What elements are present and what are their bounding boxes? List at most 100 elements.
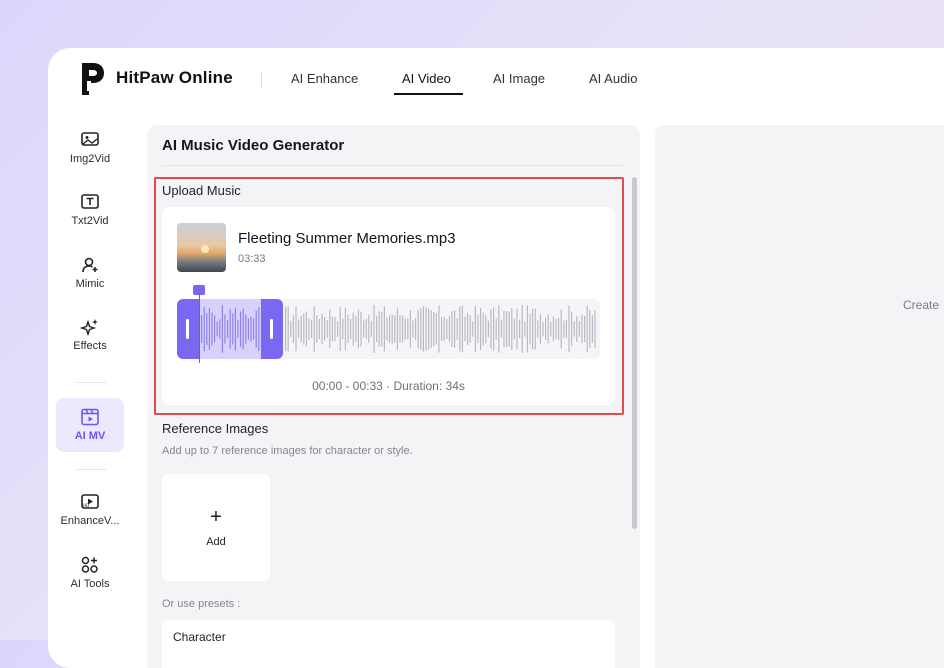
generator-panel: AI Music Video Generator Upload Music Fl…: [147, 125, 640, 668]
character-preset-card[interactable]: Character: [162, 620, 615, 668]
waveform-bar: [493, 307, 495, 351]
waveform-bar: [357, 309, 359, 348]
waveform-bar: [446, 319, 448, 339]
waveform-bar: [435, 313, 437, 345]
waveform-bar: [443, 316, 445, 342]
selection-range-text: 00:00 - 00:33 · Duration: 34s: [312, 379, 465, 393]
waveform-bar: [417, 309, 419, 349]
waveform-bar: [337, 321, 339, 337]
waveform-bar: [370, 321, 372, 337]
waveform-bar: [524, 321, 526, 337]
tab-ai-image[interactable]: AI Image: [493, 71, 545, 86]
waveform-bar: [203, 306, 205, 352]
waveform-bar: [352, 312, 354, 346]
waveform-bar: [399, 315, 401, 343]
waveform-bar: [438, 305, 440, 353]
app-window: HitPaw Online AI Enhance AI Video AI Ima…: [48, 48, 944, 668]
waveform-bar: [573, 321, 575, 337]
waveform-bar: [311, 320, 313, 339]
waveform-bar: [589, 310, 591, 348]
waveform-bar: [565, 320, 567, 338]
waveform-bar: [373, 305, 375, 353]
person-plus-icon: [82, 257, 98, 273]
waveform-bar: [247, 318, 249, 340]
sidebar-item-label: Txt2Vid: [71, 215, 109, 227]
playhead[interactable]: [193, 285, 205, 365]
sidebar-item-img2vid[interactable]: Img2Vid: [56, 121, 124, 175]
waveform-bar: [391, 314, 393, 344]
waveform-bar: [253, 318, 255, 340]
waveform-bar: [290, 320, 292, 338]
waveform-bar: [342, 318, 344, 340]
waveform-bar: [305, 311, 307, 347]
waveform-bar: [237, 320, 239, 338]
waveform-bar: [521, 305, 523, 353]
sidebar-item-label: Mimic: [75, 278, 105, 290]
waveform-bar: [347, 314, 349, 344]
waveform-bar: [234, 307, 236, 351]
waveform-bar: [539, 314, 541, 344]
waveform-bar: [552, 316, 554, 342]
waveform-bar: [490, 309, 492, 349]
waveform-bar: [287, 306, 289, 352]
apps-grid-icon: [81, 556, 98, 573]
waveform-bar: [563, 320, 565, 338]
reference-images-label: Reference Images: [162, 421, 269, 436]
brand-name[interactable]: HitPaw Online: [116, 68, 233, 88]
trim-end-handle[interactable]: [270, 319, 273, 339]
waveform-bar: [292, 315, 294, 343]
waveform-bar: [208, 308, 210, 350]
waveform-bar: [313, 306, 315, 352]
waveform-bar: [389, 315, 391, 343]
image-to-video-icon: [81, 132, 99, 146]
playhead-line: [199, 293, 200, 363]
add-reference-image-button[interactable]: + Add: [162, 474, 270, 581]
waveform-bar: [240, 311, 242, 347]
sidebar: Img2Vid Txt2Vid Mimic Effects AI MV HD E…: [48, 110, 132, 668]
waveform-bar: [242, 308, 244, 350]
waveform-trimmer[interactable]: [177, 285, 600, 363]
nav-divider: [261, 72, 262, 88]
waveform-bar: [503, 310, 505, 348]
sidebar-item-txt2vid[interactable]: Txt2Vid: [56, 183, 124, 237]
trim-start-handle[interactable]: [186, 319, 189, 339]
waveform-bar: [344, 307, 346, 351]
presets-label: Or use presets :: [162, 598, 241, 610]
waveform-bar: [407, 318, 409, 340]
waveform-bar: [394, 315, 396, 343]
sidebar-item-ai-tools[interactable]: AI Tools: [56, 546, 124, 600]
sidebar-item-label: AI Tools: [70, 578, 110, 590]
waveform-bar: [454, 310, 456, 348]
sidebar-item-effects[interactable]: Effects: [56, 308, 124, 362]
panel-scrollbar[interactable]: [632, 177, 637, 529]
preview-panel: Create: [655, 125, 944, 668]
waveform-bar: [308, 318, 310, 340]
selected-waveform: [201, 305, 260, 353]
plus-icon: +: [210, 505, 222, 528]
music-video-icon: [81, 408, 99, 426]
track-duration: 03:33: [238, 253, 266, 265]
sidebar-divider: [76, 469, 106, 470]
sidebar-item-enhance-video[interactable]: HD EnhanceV...: [56, 483, 124, 537]
waveform-bar: [378, 311, 380, 347]
sidebar-item-mimic[interactable]: Mimic: [56, 246, 124, 300]
waveform-bar: [441, 317, 443, 341]
waveform-bar: [534, 308, 536, 350]
waveform-bar: [368, 315, 370, 343]
waveform-bar: [363, 320, 365, 338]
waveform-bar: [485, 314, 487, 344]
waveform-bar: [480, 308, 482, 350]
waveform-bar: [224, 314, 226, 344]
tab-ai-video[interactable]: AI Video: [402, 71, 451, 86]
waveform-bar: [365, 319, 367, 339]
sidebar-item-ai-mv[interactable]: AI MV: [56, 398, 124, 452]
tab-ai-audio[interactable]: AI Audio: [589, 71, 637, 86]
track-file-name: Fleeting Summer Memories.mp3: [238, 230, 456, 247]
waveform-bar: [383, 306, 385, 352]
waveform-bar: [508, 311, 510, 347]
waveform-bar: [250, 316, 252, 342]
hitpaw-logo-icon[interactable]: [78, 61, 106, 97]
waveform-bar: [547, 314, 549, 344]
tab-ai-enhance[interactable]: AI Enhance: [291, 71, 358, 86]
waveform-bar: [211, 312, 213, 346]
